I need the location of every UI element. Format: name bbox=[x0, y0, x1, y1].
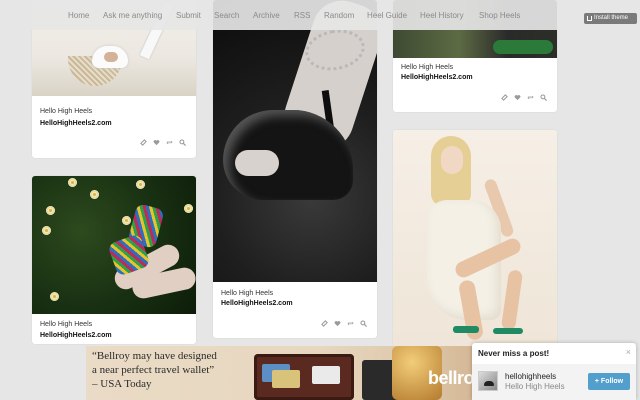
nav-rss[interactable]: RSS bbox=[294, 11, 310, 20]
install-theme-button[interactable]: Install theme bbox=[584, 13, 637, 24]
reblog-icon[interactable] bbox=[347, 320, 354, 327]
nav-search[interactable]: Search bbox=[214, 11, 239, 20]
post-actions bbox=[501, 94, 547, 102]
black-patent-heels-chain-anklet-photo[interactable] bbox=[213, 0, 377, 282]
model-white-dress-green-heels-photo[interactable] bbox=[393, 130, 557, 346]
download-icon bbox=[587, 16, 592, 21]
install-theme-label: Install theme bbox=[594, 15, 629, 21]
nav-home[interactable]: Home bbox=[68, 11, 89, 20]
wallet-image bbox=[254, 354, 354, 400]
reblog-icon[interactable] bbox=[166, 139, 173, 146]
follow-popup: Never miss a post! × hellohighheels Hell… bbox=[472, 343, 636, 400]
post-card: Hello High Heels HelloHighHeels2.com bbox=[213, 0, 377, 338]
ad-quote-line-1: “Bellroy may have designed bbox=[92, 350, 217, 362]
popup-body: hellohighheels Hello High Heels + Follow bbox=[472, 364, 636, 400]
post-caption-link[interactable]: HelloHighHeels2.com bbox=[401, 74, 473, 81]
post-caption-title: Hello High Heels bbox=[221, 290, 274, 297]
nav-heel-history[interactable]: Heel History bbox=[420, 11, 464, 20]
top-navigation: Home Ask me anything Submit Search Archi… bbox=[0, 0, 640, 30]
popup-title: Never miss a post! bbox=[478, 349, 550, 358]
post-card: Hello High Heels HelloHighHeels2.com bbox=[32, 176, 196, 344]
blog-username[interactable]: hellohighheels bbox=[505, 372, 556, 381]
reblog-icon[interactable] bbox=[527, 94, 534, 101]
search-icon[interactable] bbox=[360, 320, 367, 327]
nav-ask[interactable]: Ask me anything bbox=[103, 11, 162, 20]
avatar[interactable] bbox=[478, 371, 498, 391]
link-icon[interactable] bbox=[140, 139, 147, 146]
post-card bbox=[393, 130, 557, 346]
nav-heel-guide[interactable]: Heel Guide bbox=[367, 11, 407, 20]
post-caption-link[interactable]: HelloHighHeels2.com bbox=[40, 120, 112, 127]
nav-shop-heels[interactable]: Shop Heels bbox=[479, 11, 520, 20]
heart-icon[interactable] bbox=[153, 139, 160, 146]
ad-quote-line-2: a near perfect travel wallet” bbox=[92, 364, 215, 376]
heart-icon[interactable] bbox=[514, 94, 521, 101]
search-icon[interactable] bbox=[179, 139, 186, 146]
post-actions bbox=[140, 139, 186, 147]
close-icon[interactable]: × bbox=[626, 347, 631, 357]
heart-icon[interactable] bbox=[334, 320, 341, 327]
post-actions bbox=[321, 320, 367, 328]
nav-random[interactable]: Random bbox=[324, 11, 354, 20]
blog-title: Hello High Heels bbox=[505, 382, 565, 391]
post-caption-link[interactable]: HelloHighHeels2.com bbox=[40, 332, 112, 339]
follow-button[interactable]: + Follow bbox=[588, 373, 630, 390]
post-caption-title: Hello High Heels bbox=[401, 64, 454, 71]
floral-heels-daffodils-photo[interactable] bbox=[32, 176, 196, 314]
search-icon[interactable] bbox=[540, 94, 547, 101]
nav-submit[interactable]: Submit bbox=[176, 11, 201, 20]
link-icon[interactable] bbox=[501, 94, 508, 101]
post-caption-title: Hello High Heels bbox=[40, 321, 93, 328]
nav-archive[interactable]: Archive bbox=[253, 11, 280, 20]
ad-quote-source: – USA Today bbox=[92, 378, 152, 390]
post-caption-title: Hello High Heels bbox=[40, 108, 93, 115]
link-icon[interactable] bbox=[321, 320, 328, 327]
post-caption-link[interactable]: HelloHighHeels2.com bbox=[221, 300, 293, 307]
